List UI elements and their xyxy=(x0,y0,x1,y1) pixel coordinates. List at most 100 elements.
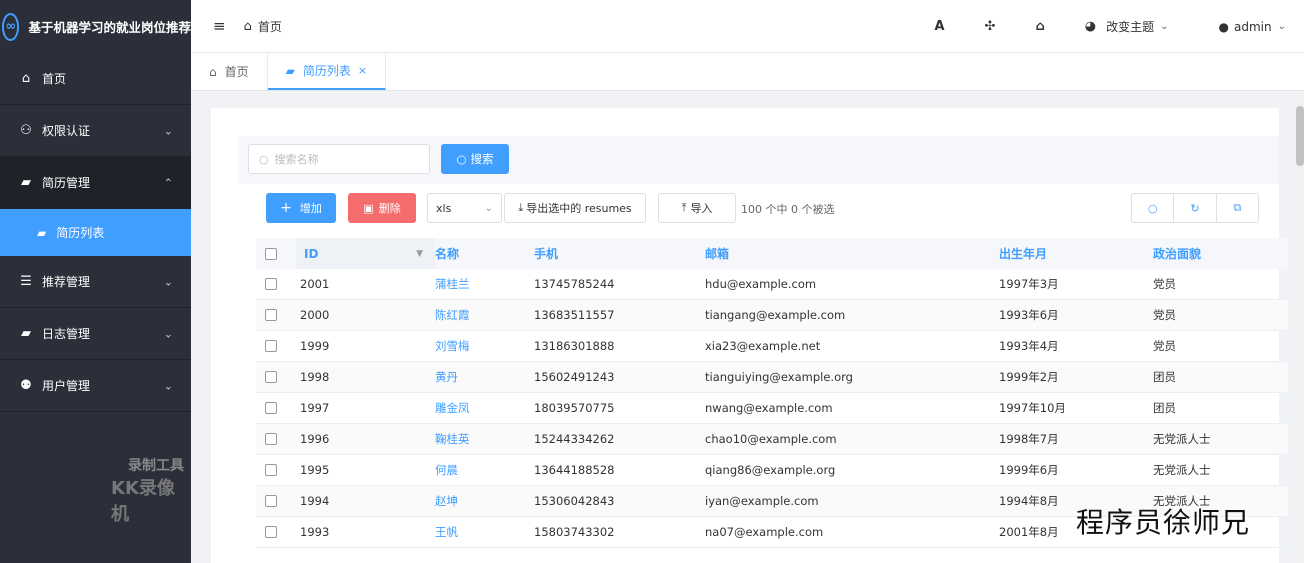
close-icon[interactable]: × xyxy=(358,64,367,77)
export-label: 导出选中的 resumes xyxy=(526,202,632,215)
cell-phone-text: 15803743302 xyxy=(534,525,615,539)
row-checkbox[interactable] xyxy=(265,278,277,290)
chevron-down-icon: ⌄ xyxy=(484,202,493,214)
row-checkbox[interactable] xyxy=(265,371,277,383)
hamburger-icon[interactable]: ≡ xyxy=(213,17,226,35)
user-dropdown[interactable]: ● admin ⌄ xyxy=(1219,20,1286,34)
tab-resume-list[interactable]: ▰ 简历列表 × xyxy=(267,53,387,90)
cell-name-text[interactable]: 刘雪梅 xyxy=(435,339,470,353)
table-row[interactable]: 1996 鞠桂英 15244334262 chao10@example.com 1998… xyxy=(256,424,1288,455)
cell-phone: 15602491243 xyxy=(534,370,705,384)
header-name[interactable]: 名称 xyxy=(435,245,534,262)
table-header: ID ▼ 名称 手机 邮箱 出生年月 政治面貌 xyxy=(256,238,1288,269)
table-row[interactable]: 1997 雕金凤 18039570775 nwang@example.com 1997年… xyxy=(256,393,1288,424)
select-all-checkbox[interactable] xyxy=(265,247,277,260)
sidebar-item-log[interactable]: ▰ 日志管理 ⌄ xyxy=(0,308,191,360)
refresh-icon[interactable]: ↻ xyxy=(1174,194,1217,222)
cell-name-text[interactable]: 鞠桂英 xyxy=(435,432,470,446)
row-checkbox[interactable] xyxy=(265,495,277,507)
cell-birth-text: 1999年2月 xyxy=(999,370,1059,384)
cell-name-text[interactable]: 黄丹 xyxy=(435,370,458,384)
theme-dropdown[interactable]: ◕ 改变主题 ⌄ xyxy=(1085,18,1169,35)
chevron-down-icon: ⌄ xyxy=(163,379,173,392)
row-checkbox[interactable] xyxy=(265,402,277,414)
cell-birth-text: 1997年10月 xyxy=(999,401,1066,415)
header-id[interactable]: ID ▼ xyxy=(296,238,435,269)
users-icon: ⚉ xyxy=(20,378,32,393)
scroll-thumb[interactable] xyxy=(1296,106,1304,166)
cell-email-text: tiangang@example.com xyxy=(705,308,846,322)
delete-button[interactable]: ▣ 删除 xyxy=(348,193,416,223)
row-checkbox[interactable] xyxy=(265,526,277,538)
header-political[interactable]: 政治面貌 xyxy=(1153,245,1283,262)
breadcrumb: ⌂ 首页 xyxy=(244,18,282,35)
header-email[interactable]: 邮箱 xyxy=(705,245,999,262)
search-icon[interactable]: ○ xyxy=(1132,194,1175,222)
cell-email: nwang@example.com xyxy=(705,401,999,415)
cell-name-text[interactable]: 雕金凤 xyxy=(435,401,470,415)
cell-political-text: 党员 xyxy=(1153,339,1176,353)
cell-email-text: na07@example.com xyxy=(705,525,824,539)
cell-email: qiang86@example.org xyxy=(705,463,999,477)
row-checkbox[interactable] xyxy=(265,433,277,445)
cell-name-text[interactable]: 何晨 xyxy=(435,463,458,477)
car-icon: ▰ xyxy=(285,63,295,78)
cell-id: 1997 xyxy=(296,401,435,415)
cell-birth: 1999年2月 xyxy=(999,369,1153,385)
cell-birth: 1999年6月 xyxy=(999,462,1153,478)
table-row[interactable]: 2001 蒲桂兰 13745785244 hdu@example.com 1997年3月… xyxy=(256,269,1288,300)
row-checkbox-cell xyxy=(256,464,296,476)
table-row[interactable]: 1998 黄丹 15602491243 tianguiying@example.org… xyxy=(256,362,1288,393)
fullscreen-icon[interactable]: ✣ xyxy=(985,19,996,34)
row-checkbox[interactable] xyxy=(265,309,277,321)
tab-home[interactable]: ⌂ 首页 xyxy=(191,53,268,90)
table-row[interactable]: 1999 刘雪梅 13186301888 xia23@example.net 1993年… xyxy=(256,331,1288,362)
cell-email-text: tianguiying@example.org xyxy=(705,370,853,384)
external-link-icon[interactable]: ⧉ xyxy=(1217,194,1258,222)
chevron-down-icon: ⌄ xyxy=(1277,21,1286,32)
header-birth[interactable]: 出生年月 xyxy=(999,245,1153,262)
breadcrumb-label[interactable]: 首页 xyxy=(258,18,282,35)
cell-name: 何晨 xyxy=(435,462,534,478)
table-row[interactable]: 2000 陈红霞 13683511557 tiangang@example.com 19… xyxy=(256,300,1288,331)
sidebar-item-auth[interactable]: ⚇ 权限认证 ⌄ xyxy=(0,105,191,157)
search-button[interactable]: ○ 搜索 xyxy=(441,144,509,174)
sidebar-item-resume[interactable]: ▰ 简历管理 ⌃ xyxy=(0,157,191,209)
cell-phone: 15803743302 xyxy=(534,525,705,539)
cell-name-text[interactable]: 陈红霞 xyxy=(435,308,470,322)
cell-birth-text: 2001年8月 xyxy=(999,525,1059,539)
search-input[interactable]: ○ 搜索名称 xyxy=(248,144,430,174)
sidebar-item-home[interactable]: ⌂ 首页 xyxy=(0,53,191,105)
row-checkbox[interactable] xyxy=(265,340,277,352)
sidebar-item-users[interactable]: ⚉ 用户管理 ⌄ xyxy=(0,360,191,412)
import-button[interactable]: ⤒ 导入 xyxy=(658,193,736,223)
cell-id: 1999 xyxy=(296,339,435,353)
table-row[interactable]: 1995 何晨 13644188528 qiang86@example.org 1999… xyxy=(256,455,1288,486)
sidebar-item-recommend[interactable]: ☰ 推荐管理 ⌄ xyxy=(0,256,191,308)
tabs-bar: ⌂ 首页 ▰ 简历列表 × xyxy=(191,53,1304,91)
sort-icon[interactable]: ▼ xyxy=(416,249,423,259)
cell-email-text: iyan@example.com xyxy=(705,494,819,508)
cell-birth-text: 1993年4月 xyxy=(999,339,1059,353)
chevron-up-icon: ⌃ xyxy=(163,176,173,189)
cell-name-text[interactable]: 蒲桂兰 xyxy=(435,277,470,291)
format-select[interactable]: xls ⌄ xyxy=(427,193,502,223)
export-button[interactable]: ⤓ 导出选中的 resumes xyxy=(504,193,646,223)
cell-political-text: 无党派人士 xyxy=(1153,432,1211,446)
header-phone[interactable]: 手机 xyxy=(534,245,705,262)
watermark-line1: 录制工具 xyxy=(128,458,184,474)
font-size-icon[interactable]: A xyxy=(934,19,944,34)
cell-email: iyan@example.com xyxy=(705,494,999,508)
cell-birth: 1993年4月 xyxy=(999,338,1153,354)
add-button[interactable]: + 增加 xyxy=(266,193,336,223)
row-checkbox[interactable] xyxy=(265,464,277,476)
cell-phone-text: 13745785244 xyxy=(534,277,615,291)
cell-name-text[interactable]: 王帆 xyxy=(435,525,458,539)
home-icon[interactable]: ⌂ xyxy=(1035,19,1044,34)
cell-email: tiangang@example.com xyxy=(705,308,999,322)
car-icon: ▰ xyxy=(37,225,47,240)
cell-name-text[interactable]: 赵坤 xyxy=(435,494,458,508)
sidebar-item-label: 用户管理 xyxy=(42,379,91,393)
sidebar-subitem-resume-list[interactable]: ▰ 简历列表 xyxy=(0,209,191,256)
cell-id: 1994 xyxy=(296,494,435,508)
